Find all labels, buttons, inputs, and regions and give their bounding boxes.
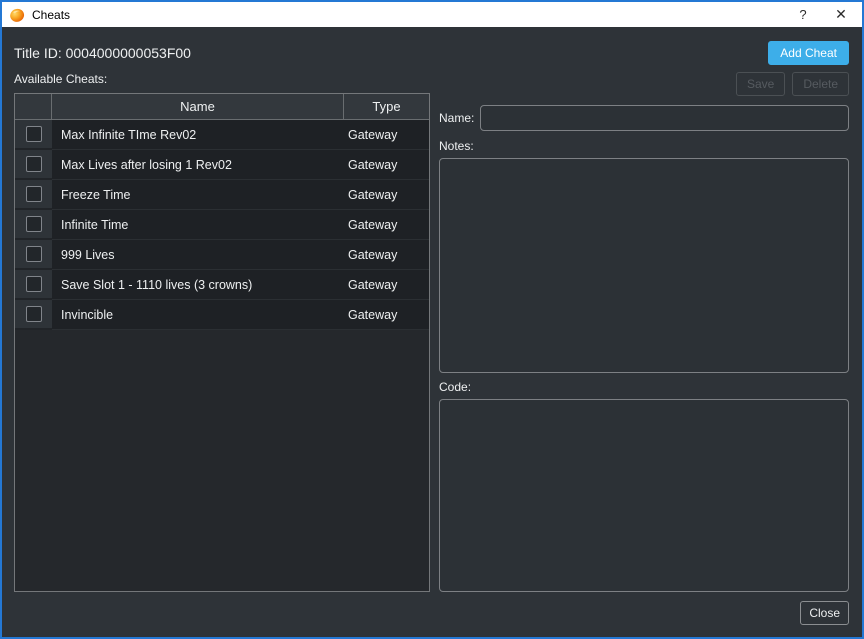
editor-buttons-row: Save Delete: [439, 72, 849, 96]
content-area: Title ID: 0004000000053F00 Add Cheat Ava…: [2, 27, 862, 637]
cheat-type[interactable]: Gateway: [344, 120, 429, 150]
cheat-checkbox-cell: [15, 240, 52, 270]
notes-label: Notes:: [439, 139, 474, 153]
code-textarea[interactable]: [439, 399, 849, 592]
add-cheat-button[interactable]: Add Cheat: [768, 41, 849, 65]
cheat-type[interactable]: Gateway: [344, 150, 429, 180]
citra-app-icon: [10, 8, 25, 22]
cheat-list-panel: Available Cheats: Name Type Max Infinite…: [14, 72, 430, 592]
code-label: Code:: [439, 380, 472, 394]
available-cheats-label: Available Cheats:: [14, 72, 108, 86]
cheat-type[interactable]: Gateway: [344, 180, 429, 210]
cheat-type[interactable]: Gateway: [344, 270, 429, 300]
cheat-editor-panel: Save Delete Name: Notes: Code:: [439, 72, 849, 592]
cheat-table: Name Type Max Infinite TIme Rev02 Gatewa…: [14, 93, 430, 592]
cheat-checkbox-cell: [15, 120, 52, 150]
name-field-row: Name:: [439, 105, 849, 131]
name-label: Name:: [439, 111, 475, 125]
cheat-enable-checkbox[interactable]: [25, 186, 42, 202]
cheat-type[interactable]: Gateway: [344, 210, 429, 240]
cheat-name[interactable]: Save Slot 1 - 1110 lives (3 crowns): [52, 270, 344, 300]
header-row: Title ID: 0004000000053F00 Add Cheat: [14, 41, 849, 65]
cheat-table-header: Name Type: [15, 94, 429, 120]
cheat-checkbox-cell: [15, 150, 52, 180]
close-button[interactable]: Close: [800, 601, 849, 625]
cheat-checkbox-cell: [15, 210, 52, 240]
cheat-name[interactable]: Max Infinite TIme Rev02: [52, 120, 344, 150]
window-close-button[interactable]: ✕: [822, 2, 860, 27]
titlebar: Cheats ? ✕: [2, 2, 862, 27]
help-button[interactable]: ?: [784, 2, 822, 27]
cheat-name[interactable]: Infinite Time: [52, 210, 344, 240]
table-row[interactable]: Max Lives after losing 1 Rev02 Gateway: [15, 150, 429, 180]
main-row: Available Cheats: Name Type Max Infinite…: [14, 72, 849, 592]
cheat-enable-checkbox[interactable]: [25, 246, 42, 262]
column-header-checkbox[interactable]: [15, 94, 52, 120]
title-id-label: Title ID: 0004000000053F00: [14, 45, 191, 61]
cheat-type[interactable]: Gateway: [344, 240, 429, 270]
cheat-enable-checkbox[interactable]: [25, 126, 42, 142]
cheat-table-body: Max Infinite TIme Rev02 Gateway Max Live…: [15, 120, 429, 591]
cheats-window: Cheats ? ✕ Title ID: 0004000000053F00 Ad…: [0, 0, 864, 639]
cheat-name[interactable]: 999 Lives: [52, 240, 344, 270]
window-title: Cheats: [32, 7, 71, 22]
save-button[interactable]: Save: [735, 72, 786, 96]
cheat-checkbox-cell: [15, 300, 52, 330]
cheat-checkbox-cell: [15, 180, 52, 210]
cheat-enable-checkbox[interactable]: [25, 216, 42, 232]
footer-row: Close: [14, 601, 849, 625]
cheat-enable-checkbox[interactable]: [25, 306, 42, 322]
cheat-checkbox-cell: [15, 270, 52, 300]
table-row[interactable]: Freeze Time Gateway: [15, 180, 429, 210]
column-header-type[interactable]: Type: [344, 94, 429, 120]
table-row[interactable]: Infinite Time Gateway: [15, 210, 429, 240]
table-row[interactable]: Invincible Gateway: [15, 300, 429, 330]
cheat-enable-checkbox[interactable]: [25, 156, 42, 172]
cheat-name[interactable]: Invincible: [52, 300, 344, 330]
cheat-name[interactable]: Freeze Time: [52, 180, 344, 210]
cheat-type[interactable]: Gateway: [344, 300, 429, 330]
notes-textarea[interactable]: [439, 158, 849, 373]
cheat-enable-checkbox[interactable]: [25, 276, 42, 292]
cheat-name[interactable]: Max Lives after losing 1 Rev02: [52, 150, 344, 180]
column-header-name[interactable]: Name: [52, 94, 344, 120]
table-row[interactable]: 999 Lives Gateway: [15, 240, 429, 270]
name-input[interactable]: [480, 105, 849, 131]
table-row[interactable]: Max Infinite TIme Rev02 Gateway: [15, 120, 429, 150]
table-row[interactable]: Save Slot 1 - 1110 lives (3 crowns) Gate…: [15, 270, 429, 300]
delete-button[interactable]: Delete: [792, 72, 849, 96]
